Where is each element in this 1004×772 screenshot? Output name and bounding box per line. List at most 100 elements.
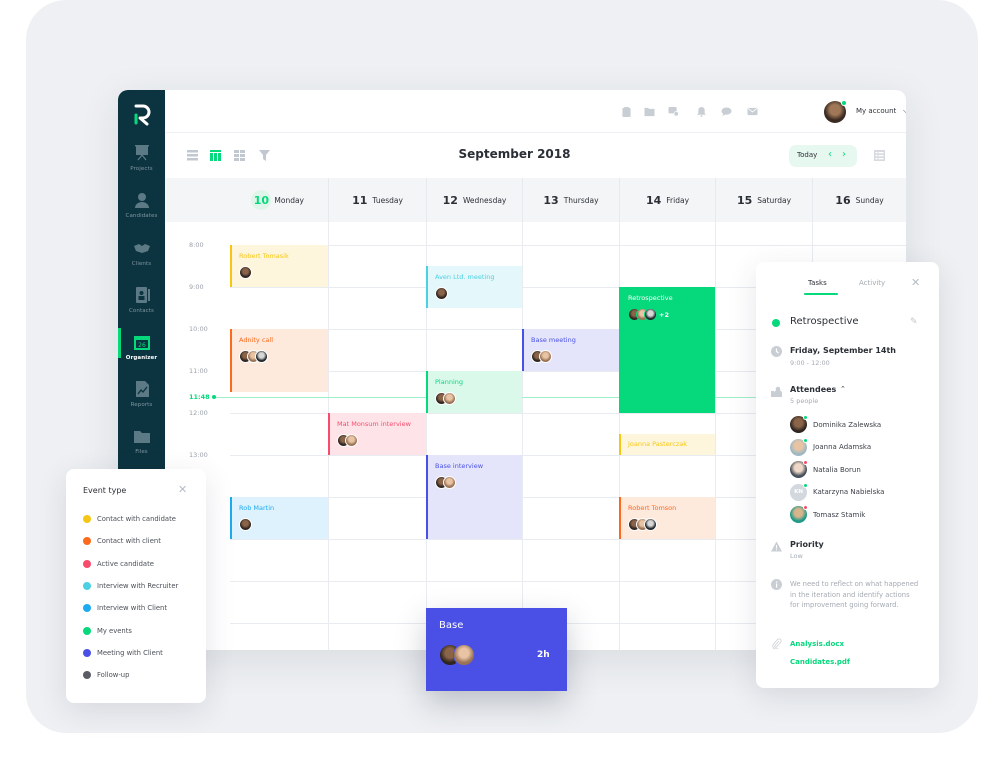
event-type-color-dot — [83, 648, 91, 657]
attendee-item[interactable]: Tomasz Stamik — [790, 505, 866, 523]
calendar-event[interactable]: Retrospective +2 — [619, 287, 715, 413]
sidebar-item-reports[interactable]: Reports — [118, 381, 165, 425]
avatar — [790, 505, 808, 523]
calendar-event[interactable]: Planning — [426, 371, 522, 413]
svg-text:26: 26 — [138, 342, 146, 349]
today-nav: Today ‹ › — [789, 145, 857, 167]
event-type-legend: Event type ✕ Contact with candidate Conta… — [66, 469, 206, 703]
day-header-saturday[interactable]: 15 Saturday — [715, 178, 812, 222]
tab-tasks[interactable]: Tasks — [808, 279, 827, 287]
event-type-color-dot — [83, 559, 91, 568]
sidebar-item-projects[interactable]: Projects — [118, 145, 165, 189]
event-type-item[interactable]: Contact with client — [83, 537, 161, 546]
calendar-event[interactable]: Rob Martin — [230, 497, 328, 539]
status-dot — [803, 460, 808, 465]
event-type-item[interactable]: Contact with candidate — [83, 515, 176, 523]
avatar — [644, 518, 657, 531]
event-attendees — [628, 518, 715, 531]
avatar — [239, 518, 252, 531]
sidebar-item-clients[interactable]: Clients — [118, 240, 165, 284]
next-week-button[interactable]: › — [842, 149, 846, 160]
status-dot — [803, 437, 808, 443]
sidebar-item-label: Projects — [130, 166, 153, 172]
tab-activity[interactable]: Activity — [859, 279, 885, 287]
dragged-event-avatars — [439, 644, 475, 666]
pencil-icon[interactable]: ✎ — [910, 317, 918, 327]
event-type-label: Follow-up — [97, 671, 130, 680]
event-type-item[interactable]: Meeting with Client — [83, 648, 163, 657]
message-icon[interactable] — [721, 107, 732, 117]
calendar-event[interactable]: Robert Tomasik — [230, 245, 328, 287]
attendee-name: Joanna Adamska — [813, 443, 872, 451]
event-type-item[interactable]: Follow-up — [83, 671, 130, 680]
event-title: Robert Tomasik — [239, 252, 289, 260]
calendar-event[interactable]: Robert Tomson — [619, 497, 715, 539]
avatar — [790, 415, 808, 433]
attendee-item[interactable]: Natalia Borun — [790, 460, 861, 478]
sidebar-item-organizer[interactable]: 26 Organizer — [118, 328, 165, 378]
event-attendees — [435, 287, 522, 300]
day-header-friday[interactable]: 14 Friday — [619, 178, 715, 222]
collapse-attendees-icon[interactable]: ⌃ — [840, 385, 846, 393]
day-number: 13 — [543, 193, 559, 207]
grid-hour-line — [230, 245, 906, 246]
attendee-name: Tomasz Stamik — [813, 510, 866, 519]
sidebar-item-label: Reports — [130, 402, 153, 408]
avatar — [435, 287, 448, 300]
attendees-count: 5 people — [790, 397, 819, 405]
time-label: 12:00 — [189, 409, 208, 417]
close-icon[interactable]: ✕ — [911, 276, 920, 289]
day-name: Monday — [274, 195, 304, 205]
calendar-event[interactable]: Base interview — [426, 455, 522, 539]
user-avatar[interactable] — [824, 100, 847, 123]
event-type-item[interactable]: My events — [83, 626, 132, 635]
event-type-color-dot — [83, 515, 91, 523]
today-button[interactable]: Today — [797, 151, 817, 159]
report-chart-icon — [135, 381, 149, 397]
person-icon — [134, 193, 149, 208]
calendar-event[interactable]: Mat Monsum interview — [328, 413, 426, 455]
calendar-event[interactable]: Aven Ltd. meeting — [426, 266, 522, 308]
close-icon[interactable]: ✕ — [178, 483, 187, 496]
day-header-wednesday[interactable]: 12 Wednesday — [426, 178, 522, 222]
bell-icon[interactable] — [696, 107, 707, 117]
event-type-label: My events — [97, 626, 132, 635]
sidebar-item-candidates[interactable]: Candidates — [118, 192, 165, 236]
day-header-row: 10 Monday 11 Tuesday 12 Wednesday 13 Thursday 14… — [165, 178, 906, 222]
prev-week-button[interactable]: ‹ — [828, 149, 832, 160]
folder-icon[interactable] — [644, 107, 655, 117]
attendees-label[interactable]: Attendees — [790, 385, 836, 394]
sidebar-item-files[interactable]: Files — [118, 428, 165, 472]
my-account-link[interactable]: My account — [856, 107, 896, 115]
dragged-event-card[interactable]: Base 2h — [426, 608, 567, 691]
event-type-item[interactable]: Interview with Client — [83, 604, 167, 613]
event-attendees — [435, 392, 522, 405]
chat-check-icon[interactable] — [668, 107, 679, 117]
day-header-tuesday[interactable]: 11 Tuesday — [328, 178, 426, 222]
event-title: Rob Martin — [239, 504, 275, 512]
attendee-item[interactable]: KN Katarzyna Nabielska — [790, 482, 884, 501]
sidebar-item-contacts[interactable]: Contacts — [118, 287, 165, 331]
day-header-sunday[interactable]: 16 Sunday — [812, 178, 906, 222]
event-type-color-dot — [83, 604, 91, 613]
day-header-thursday[interactable]: 13 Thursday — [522, 178, 619, 222]
mail-icon[interactable] — [747, 107, 758, 117]
day-header-monday[interactable]: 10 Monday — [165, 178, 328, 222]
calendar-event[interactable]: Base meeting — [522, 329, 619, 371]
event-type-item[interactable]: Active candidate — [83, 559, 154, 568]
logo-icon[interactable] — [131, 102, 153, 126]
clipboard-icon[interactable] — [621, 107, 632, 117]
attachment-link[interactable]: Candidates.pdf — [790, 658, 850, 666]
top-bar: My account ⌵ — [165, 90, 906, 133]
attachment-link[interactable]: Analysis.docx — [790, 640, 844, 648]
calendar-event[interactable]: Joanna Pasterczak — [619, 434, 715, 455]
calendar-event[interactable]: Adnity call — [230, 329, 328, 392]
attendee-item[interactable]: Joanna Adamska — [790, 437, 872, 456]
day-number: 12 — [442, 193, 458, 207]
chevron-down-icon[interactable]: ⌵ — [903, 106, 906, 116]
agenda-list-icon[interactable] — [874, 150, 885, 161]
attendee-item[interactable]: Dominika Zalewska — [790, 415, 881, 433]
day-name: Saturday — [757, 195, 792, 205]
event-type-item[interactable]: Interview with Recruiter — [83, 581, 178, 590]
avatar — [345, 434, 358, 447]
